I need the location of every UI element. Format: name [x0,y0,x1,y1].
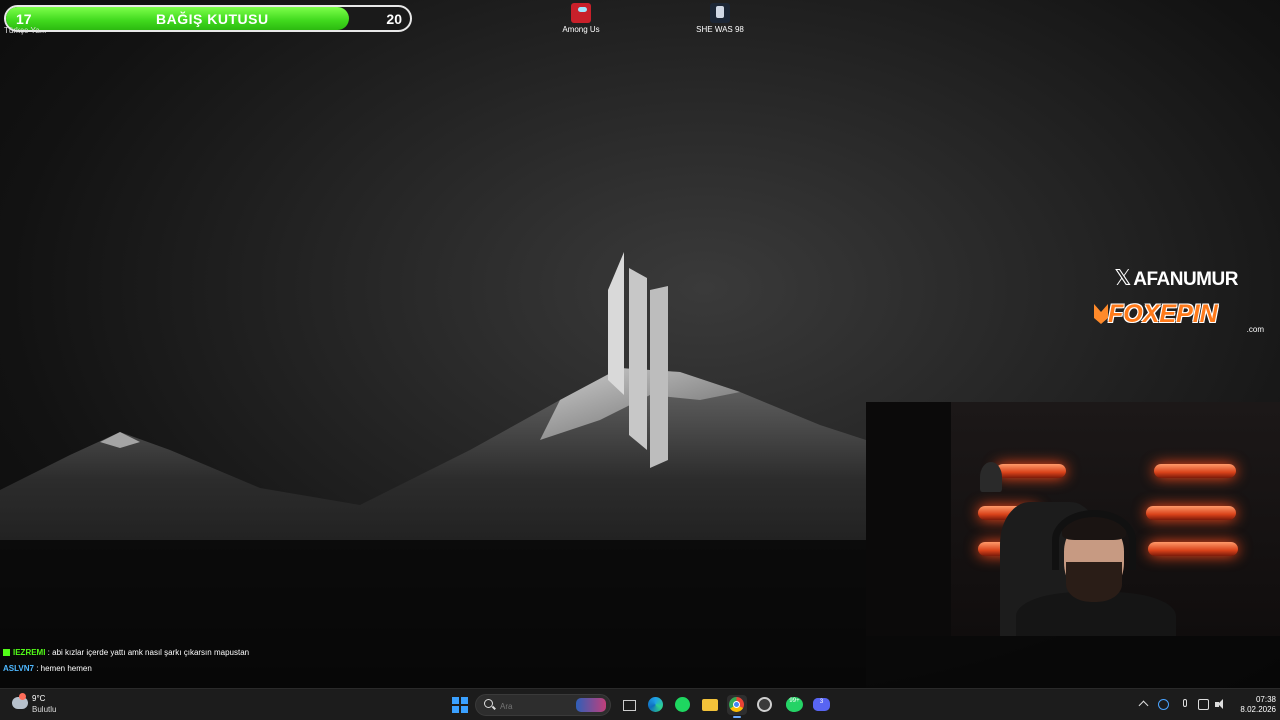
chat-username: ASLVN7 [3,664,34,673]
x-handle: AFANUMUR [1133,269,1238,290]
she-was-98-icon [710,3,730,23]
volume-icon[interactable] [1215,699,1226,710]
sponsor-logo: FOXEPIN .com [1094,300,1266,334]
weather-temperature: 9°C [32,694,46,703]
sponsor-suffix: .com [1246,325,1264,334]
taskbar: 9°C Bulutlu 99+ 3 07:38 8.02.2026 [0,688,1280,720]
weather-widget[interactable]: 9°C Bulutlu [12,693,92,716]
desk-lamp [980,462,1002,492]
desktop-icon-she-was-98[interactable]: SHE WAS 98 [680,3,760,34]
taskbar-search[interactable] [475,694,611,716]
notification-badge: 3 [813,698,830,711]
obs-icon [757,697,772,712]
chrome-taskbar-button[interactable] [727,695,747,718]
spotify-taskbar-button[interactable] [673,695,693,715]
chat-username: IEZREMI [13,648,46,657]
desktop-icon-partial-label[interactable]: Türkçe Ya... [4,26,46,36]
shelf-light [996,464,1066,478]
chat-text: : hemen hemen [33,664,92,673]
start-button[interactable] [450,695,470,715]
shelf-light [1148,542,1238,556]
x-logo-icon: 𝕏 [1114,265,1132,290]
windows-logo-icon [461,697,468,704]
edge-icon [648,697,663,712]
sync-icon[interactable] [1158,699,1169,710]
donation-current-count: 17 [16,11,32,27]
obs-taskbar-button[interactable] [755,695,775,715]
chevron-up-icon[interactable] [1138,699,1149,710]
desktop-icon-label: Among Us [562,25,600,34]
weather-description: Bulutlu [32,705,57,714]
wallpaper-logo [608,252,668,468]
taskbar-clock[interactable]: 07:38 8.02.2026 [1230,695,1276,715]
chat-overlay: IEZREMI : abi kızlar içerde yattı amk na… [3,645,249,677]
clock-date: 8.02.2026 [1240,705,1276,714]
clock-time: 07:38 [1255,695,1276,704]
desktop-icon-label: SHE WAS 98 [696,25,744,34]
desktop-icon-among-us[interactable]: Among Us [541,3,621,34]
fox-icon [1094,304,1108,324]
whatsapp-taskbar-button[interactable]: 99+ [784,695,804,715]
spotify-icon [675,697,690,712]
desktop: 17 BAĞIŞ KUTUSU 20 Türkçe Ya... Among Us… [0,0,1280,688]
microphone-icon[interactable] [1180,699,1191,710]
donation-goal-count: 20 [386,11,402,27]
task-view-icon [623,700,636,711]
windows-logo-icon [452,706,459,713]
network-icon[interactable] [1198,699,1209,710]
webcam-overlay [866,402,1280,636]
file-explorer-icon [702,699,718,711]
chat-message: IEZREMI : abi kızlar içerde yattı amk na… [3,645,249,661]
shelf-light [1154,464,1236,478]
among-us-icon [571,3,591,23]
windows-logo-icon [452,697,459,704]
chat-text: : abi kızlar içerde yattı amk nasıl şark… [45,648,250,657]
shelf-light [1146,506,1236,520]
file-explorer-taskbar-button[interactable] [700,695,720,715]
discord-taskbar-button[interactable]: 3 [811,695,831,715]
cloud-icon [12,693,28,709]
search-highlight-icon [576,698,606,712]
search-icon [484,699,493,708]
notification-badge: 99+ [786,697,803,712]
task-view-button[interactable] [619,695,639,715]
windows-logo-icon [461,706,468,713]
sponsor-name: FOXEPIN [1108,300,1218,328]
x-handle-overlay: 𝕏 AFANUMUR [1114,265,1238,291]
chat-message: ASLVN7 : hemen hemen [3,661,249,677]
chrome-icon [729,697,744,712]
search-input[interactable] [498,697,572,715]
edge-taskbar-button[interactable] [646,695,666,715]
donation-progress-bar: 17 BAĞIŞ KUTUSU 20 [4,5,412,32]
chat-badge-icon [3,649,10,657]
donation-title: BAĞIŞ KUTUSU [156,11,269,27]
headset [1052,510,1136,570]
